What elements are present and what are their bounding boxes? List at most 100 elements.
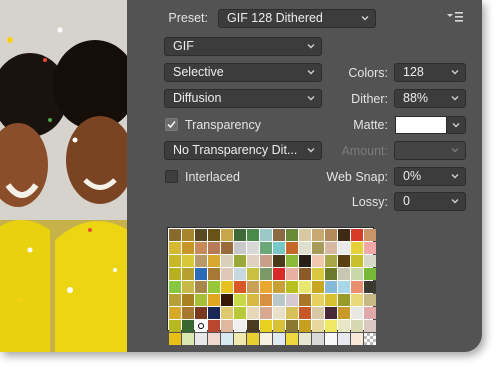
- color-table-swatch[interactable]: [208, 255, 220, 267]
- color-table-swatch[interactable]: [312, 229, 324, 241]
- color-table-swatch[interactable]: [195, 229, 207, 241]
- color-table-swatch[interactable]: [273, 242, 285, 254]
- color-table-swatch[interactable]: [182, 281, 194, 293]
- color-table-swatch[interactable]: [364, 229, 376, 241]
- color-table-swatch[interactable]: [338, 242, 350, 254]
- color-table-swatch[interactable]: [286, 229, 298, 241]
- color-table-swatch[interactable]: [234, 320, 246, 332]
- color-table-swatch[interactable]: [325, 307, 337, 319]
- color-table-swatch[interactable]: [273, 320, 285, 332]
- color-table-swatch[interactable]: [208, 333, 220, 345]
- color-table-swatch[interactable]: [351, 281, 363, 293]
- color-table-swatch[interactable]: [325, 294, 337, 306]
- color-table-swatch[interactable]: [286, 281, 298, 293]
- color-table-swatch[interactable]: [364, 320, 376, 332]
- color-table-swatch[interactable]: [208, 294, 220, 306]
- panel-menu-icon[interactable]: [447, 11, 463, 23]
- color-table-swatch[interactable]: [286, 307, 298, 319]
- color-table-swatch[interactable]: [364, 307, 376, 319]
- color-table-swatch[interactable]: [221, 307, 233, 319]
- color-table-swatch[interactable]: [286, 242, 298, 254]
- color-table-swatch[interactable]: [351, 242, 363, 254]
- color-table-swatch[interactable]: [195, 281, 207, 293]
- color-table-swatch[interactable]: [273, 268, 285, 280]
- color-table-swatch[interactable]: [351, 333, 363, 345]
- color-table-swatch[interactable]: [260, 294, 272, 306]
- color-table-swatch[interactable]: [221, 242, 233, 254]
- color-table-swatch[interactable]: [182, 294, 194, 306]
- color-table-swatch[interactable]: [221, 229, 233, 241]
- color-table-swatch[interactable]: [351, 229, 363, 241]
- color-table-swatch[interactable]: [182, 333, 194, 345]
- color-table-swatch[interactable]: [182, 242, 194, 254]
- color-table-swatch[interactable]: [299, 255, 311, 267]
- color-table-swatch[interactable]: [247, 320, 259, 332]
- color-table-swatch[interactable]: [351, 320, 363, 332]
- transparency-dither-dropdown[interactable]: No Transparency Dit...: [164, 141, 322, 160]
- color-table-swatch[interactable]: [182, 320, 194, 332]
- interlaced-checkbox[interactable]: [165, 170, 178, 183]
- color-table-swatch[interactable]: [234, 281, 246, 293]
- color-table-swatch[interactable]: [169, 268, 181, 280]
- color-table-swatch[interactable]: [195, 333, 207, 345]
- color-table-swatch[interactable]: [273, 255, 285, 267]
- color-table-swatch[interactable]: [364, 294, 376, 306]
- color-table-swatch[interactable]: [364, 281, 376, 293]
- color-table-swatch[interactable]: [338, 255, 350, 267]
- color-table-swatch[interactable]: [221, 294, 233, 306]
- color-table-swatch[interactable]: [312, 268, 324, 280]
- color-table-swatch[interactable]: [221, 268, 233, 280]
- colors-dropdown[interactable]: 128: [394, 63, 466, 82]
- color-table-swatch[interactable]: [221, 320, 233, 332]
- color-table-swatch[interactable]: [286, 333, 298, 345]
- color-table-swatch[interactable]: [247, 255, 259, 267]
- color-table-swatch[interactable]: [312, 294, 324, 306]
- color-table-swatch[interactable]: [273, 294, 285, 306]
- color-table-swatch[interactable]: [169, 229, 181, 241]
- color-table-swatch[interactable]: [169, 294, 181, 306]
- color-table-swatch[interactable]: [338, 333, 350, 345]
- color-table-swatch[interactable]: [195, 268, 207, 280]
- color-table-swatch[interactable]: [234, 268, 246, 280]
- color-table-swatch[interactable]: [247, 307, 259, 319]
- lossy-field[interactable]: 0: [394, 192, 466, 211]
- color-table-swatch[interactable]: [325, 320, 337, 332]
- color-table-swatch[interactable]: [364, 333, 376, 345]
- color-table-swatch[interactable]: [312, 242, 324, 254]
- color-table-swatch[interactable]: [351, 255, 363, 267]
- color-table-swatch[interactable]: [169, 320, 181, 332]
- color-table-swatch[interactable]: [338, 320, 350, 332]
- matte-color-swatch[interactable]: [395, 116, 447, 134]
- color-table-swatch[interactable]: [208, 281, 220, 293]
- color-table-swatch[interactable]: [273, 281, 285, 293]
- dither-algorithm-dropdown[interactable]: Diffusion: [164, 89, 322, 108]
- color-table-swatch[interactable]: [312, 255, 324, 267]
- color-table-swatch[interactable]: [208, 268, 220, 280]
- color-table-swatch[interactable]: [260, 268, 272, 280]
- color-table-swatch[interactable]: [260, 242, 272, 254]
- color-table-swatch[interactable]: [260, 307, 272, 319]
- color-table-swatch[interactable]: [221, 281, 233, 293]
- color-table-swatch[interactable]: [247, 281, 259, 293]
- color-table-swatch[interactable]: [247, 268, 259, 280]
- color-table-swatch[interactable]: [338, 229, 350, 241]
- matte-dropdown[interactable]: [446, 116, 466, 134]
- color-table-swatch[interactable]: [338, 268, 350, 280]
- color-table-swatch[interactable]: [286, 294, 298, 306]
- color-table-swatch[interactable]: [299, 281, 311, 293]
- color-table-swatch[interactable]: [208, 229, 220, 241]
- color-reduction-dropdown[interactable]: Selective: [164, 63, 322, 82]
- color-table-swatch[interactable]: [299, 268, 311, 280]
- color-table-swatch[interactable]: [234, 229, 246, 241]
- color-table-swatch[interactable]: [286, 268, 298, 280]
- dither-amount-field[interactable]: 88%: [394, 89, 466, 108]
- color-table-swatch[interactable]: [325, 255, 337, 267]
- color-table-swatch[interactable]: [182, 229, 194, 241]
- color-table-swatch[interactable]: [351, 294, 363, 306]
- color-table-swatch[interactable]: [299, 307, 311, 319]
- color-table-swatch[interactable]: [195, 320, 207, 332]
- color-table-swatch[interactable]: [195, 242, 207, 254]
- color-table-swatch[interactable]: [273, 307, 285, 319]
- color-table-swatch[interactable]: [234, 255, 246, 267]
- color-table-swatch[interactable]: [338, 307, 350, 319]
